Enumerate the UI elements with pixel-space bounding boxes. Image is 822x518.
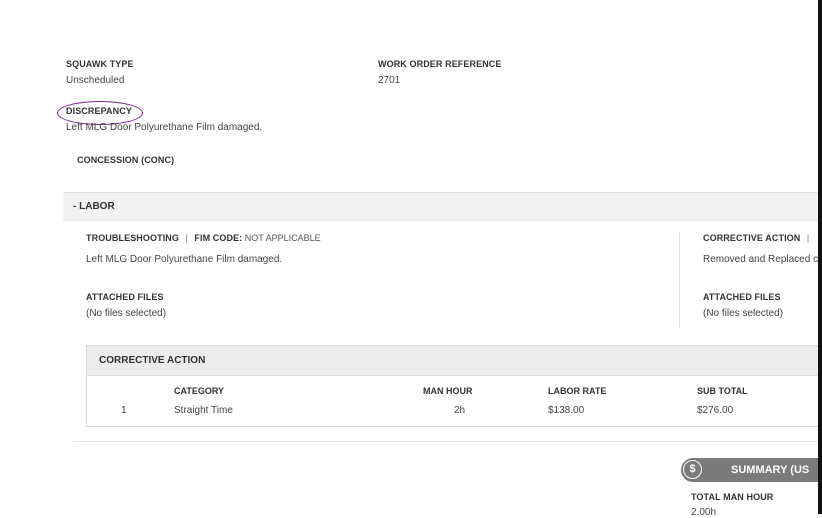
corrective-text: Removed and Replaced c xyxy=(703,254,819,265)
labor-section-header[interactable]: - LABOR xyxy=(63,192,818,221)
troubleshooting-attached-label: ATTACHED FILES xyxy=(86,292,164,302)
work-order-label: WORK ORDER REFERENCE xyxy=(378,59,502,69)
column-divider xyxy=(679,232,680,328)
row-sub-total: $276.00 xyxy=(697,405,734,416)
total-man-hour-label: TOTAL MAN HOUR xyxy=(691,492,774,502)
separator: | xyxy=(806,233,810,243)
dollar-icon: $ xyxy=(683,460,702,479)
row-man-hour: 2h xyxy=(454,405,466,416)
squawk-type-label: SQUAWK TYPE xyxy=(66,59,134,69)
troubleshooting-text: Left MLG Door Polyurethane Film damaged. xyxy=(86,254,283,265)
corrective-attached-label: ATTACHED FILES xyxy=(703,292,781,302)
row-index: 1 xyxy=(121,405,127,416)
labor-title[interactable]: - LABOR xyxy=(73,201,115,212)
troubleshooting-header: TROUBLESHOOTING | FIM CODE: NOT APPLICAB… xyxy=(86,233,321,243)
column-header-sub-total: SUB TOTAL xyxy=(697,386,748,396)
squawk-type-value: Unscheduled xyxy=(66,75,125,86)
fim-code-value: NOT APPLICABLE xyxy=(244,233,321,243)
discrepancy-value: Left MLG Door Polyurethane Film damaged. xyxy=(66,122,263,133)
concession-label[interactable]: CONCESSION (CONC) xyxy=(77,155,174,165)
troubleshooting-attached-value: (No files selected) xyxy=(86,308,167,319)
total-man-hour-value: 2.00h xyxy=(691,507,717,518)
work-order-value: 2701 xyxy=(378,75,401,86)
corrective-action-table: CORRECTIVE ACTION CATEGORY MAN HOUR LABO… xyxy=(86,345,819,427)
row-category: Straight Time xyxy=(174,405,233,416)
column-header-category: CATEGORY xyxy=(174,386,225,396)
corrective-table-header: CORRECTIVE ACTION xyxy=(87,346,819,376)
corrective-header: CORRECTIVE ACTION | xyxy=(703,233,813,243)
window-edge xyxy=(818,0,822,514)
column-header-man-hour: MAN HOUR xyxy=(423,386,473,396)
separator: | xyxy=(185,233,188,243)
summary-header: $ SUMMARY (US xyxy=(681,458,818,482)
row-labor-rate: $138.00 xyxy=(548,405,585,416)
corrective-table-title: CORRECTIVE ACTION xyxy=(99,355,206,366)
corrective-label: CORRECTIVE ACTION xyxy=(703,233,801,243)
discrepancy-label: DISCREPANCY xyxy=(66,106,132,116)
summary-title: SUMMARY (US xyxy=(731,464,810,476)
corrective-attached-value: (No files selected) xyxy=(703,308,784,319)
column-header-labor-rate: LABOR RATE xyxy=(548,386,607,396)
section-divider xyxy=(74,441,818,442)
troubleshooting-label: TROUBLESHOOTING xyxy=(86,233,179,243)
fim-code-label: FIM CODE: xyxy=(194,233,243,243)
